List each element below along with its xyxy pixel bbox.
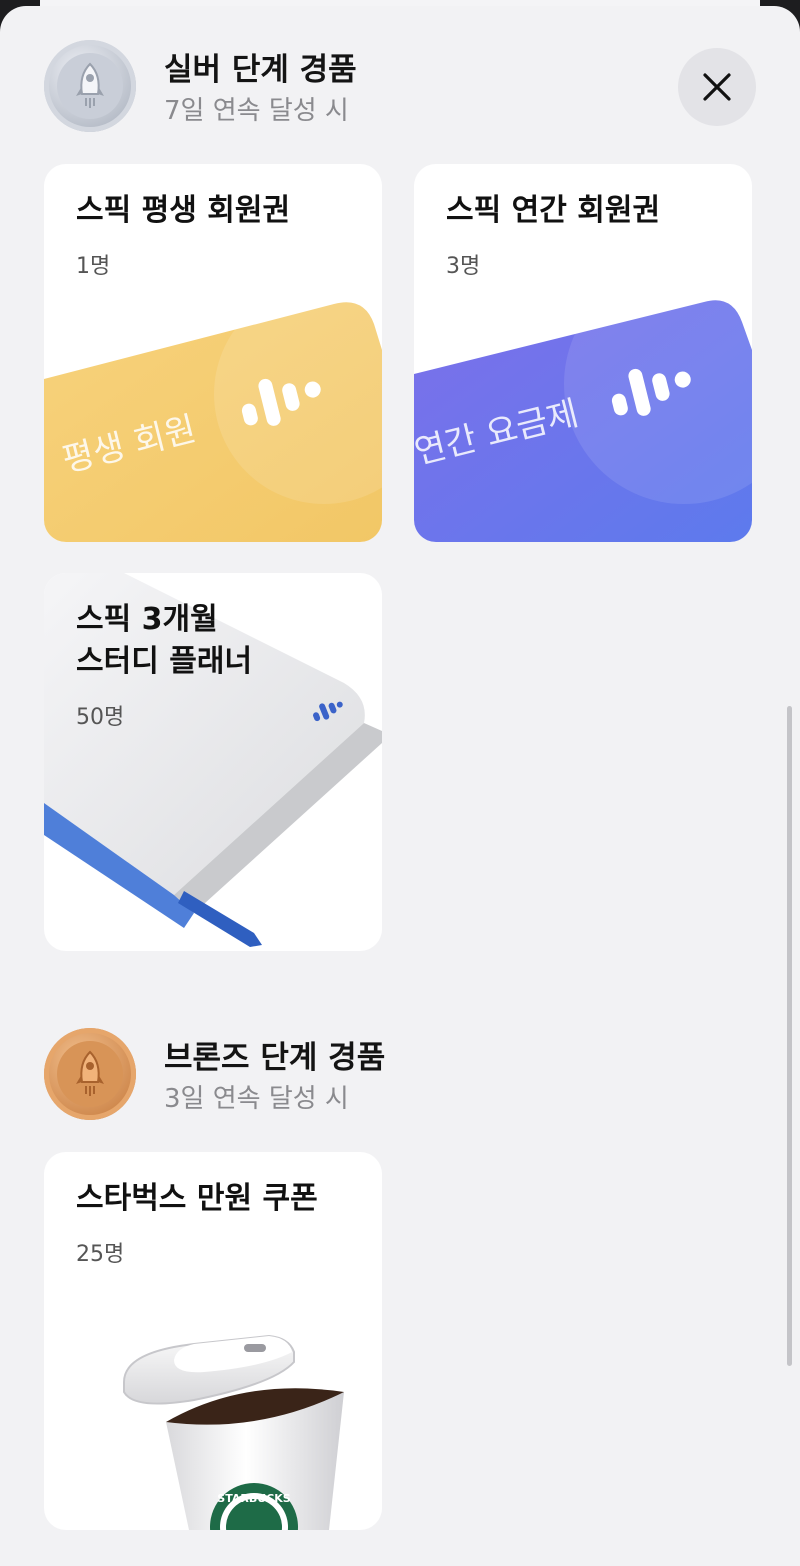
close-icon xyxy=(703,73,731,101)
prize-count-lifetime: 1명 xyxy=(76,254,111,279)
bronze-section-header: 브론즈 단계 경품 3일 연속 달성 시 xyxy=(44,1028,756,1124)
prize-title-planner-line1: 스픽 3개월 xyxy=(76,602,218,637)
bronze-section-title: 브론즈 단계 경품 xyxy=(164,1040,386,1076)
prize-sheet[interactable]: 실버 단계 경품 7일 연속 달성 시 평생 회원 스픽 평생 회원권 1명 연… xyxy=(0,6,800,1566)
prize-title-starbucks: 스타벅스 만원 쿠폰 xyxy=(76,1181,318,1216)
bronze-rocket-medal-icon xyxy=(44,1028,136,1120)
starbucks-logo-text: STARBUCKS xyxy=(217,1492,290,1505)
prize-card-starbucks[interactable]: STARBUCKS 스타벅스 만원 쿠폰 25명 xyxy=(44,1152,382,1530)
silver-section-header: 실버 단계 경품 7일 연속 달성 시 xyxy=(44,40,756,136)
prize-title-annual: 스픽 연간 회원권 xyxy=(446,193,661,228)
prize-count-starbucks: 25명 xyxy=(76,1242,125,1267)
prize-title-planner-line2: 스터디 플래너 xyxy=(76,644,253,679)
prize-card-lifetime[interactable]: 평생 회원 스픽 평생 회원권 1명 xyxy=(44,164,382,542)
close-button[interactable] xyxy=(678,48,756,126)
prize-title-lifetime: 스픽 평생 회원권 xyxy=(76,193,291,228)
bronze-section-subtitle: 3일 연속 달성 시 xyxy=(164,1084,349,1114)
prize-card-annual[interactable]: 연간 요금제 스픽 연간 회원권 3명 xyxy=(414,164,752,542)
silver-rocket-medal-icon xyxy=(44,40,136,132)
prize-count-annual: 3명 xyxy=(446,254,481,279)
prize-title-planner: 스픽 3개월 스터디 플래너 xyxy=(76,599,252,683)
silver-section-subtitle: 7일 연속 달성 시 xyxy=(164,96,349,126)
prize-card-planner[interactable]: 스픽 3개월 스터디 플래너 50명 xyxy=(44,573,382,951)
silver-section-title: 실버 단계 경품 xyxy=(164,52,357,88)
scrollbar[interactable] xyxy=(787,706,792,1366)
prize-count-planner: 50명 xyxy=(76,705,125,730)
